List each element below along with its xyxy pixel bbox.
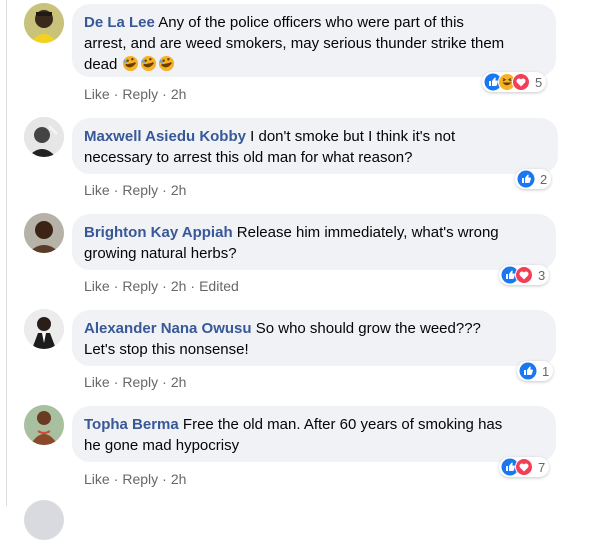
timestamp[interactable]: 2h bbox=[171, 471, 187, 487]
comment-actions: Like · Reply · 2h · Edited bbox=[84, 278, 239, 294]
like-button[interactable]: Like bbox=[84, 86, 110, 102]
comment-text: Release him immediately, what's wrong bbox=[236, 224, 499, 241]
comment-text: he gone mad hypocrisy bbox=[84, 437, 240, 454]
reaction-count: 1 bbox=[542, 363, 550, 379]
comment-bubble: Brighton Kay Appiah Release him immediat… bbox=[72, 214, 556, 270]
reaction-summary[interactable]: 2 bbox=[515, 169, 552, 189]
avatar[interactable] bbox=[24, 405, 64, 445]
timestamp[interactable]: 2h bbox=[171, 278, 187, 294]
avatar[interactable] bbox=[24, 117, 64, 157]
reaction-summary[interactable]: 5 bbox=[482, 72, 547, 92]
separator-dot: · bbox=[113, 374, 119, 390]
comment-text: I don't smoke but I think it's not bbox=[250, 128, 456, 145]
comment-actions: Like · Reply · 2h bbox=[84, 182, 186, 198]
reaction-summary[interactable]: 3 bbox=[499, 265, 550, 285]
love-reaction-icon bbox=[515, 266, 533, 284]
rofl-emoji bbox=[140, 55, 157, 72]
reaction-count: 5 bbox=[535, 74, 543, 90]
separator-dot: · bbox=[113, 471, 119, 487]
author-name[interactable]: De La Lee bbox=[84, 14, 155, 31]
reply-button[interactable]: Reply bbox=[122, 374, 158, 390]
reaction-summary[interactable]: 7 bbox=[499, 457, 550, 477]
reaction-count: 7 bbox=[538, 459, 546, 475]
comment-actions: Like · Reply · 2h bbox=[84, 374, 186, 390]
separator-dot: · bbox=[113, 86, 119, 102]
like-reaction-icon bbox=[517, 170, 535, 188]
separator-dot: · bbox=[113, 182, 119, 198]
rofl-emoji bbox=[158, 55, 175, 72]
love-reaction-icon bbox=[512, 73, 530, 91]
rofl-emoji bbox=[122, 55, 139, 72]
comment-actions: Like · Reply · 2h bbox=[84, 86, 186, 102]
like-reaction-icon bbox=[519, 362, 537, 380]
reply-button[interactable]: Reply bbox=[122, 86, 158, 102]
comment-text: growing natural herbs? bbox=[84, 245, 237, 262]
separator-dot: · bbox=[190, 278, 196, 294]
comment-text: Any of the police officers who were part… bbox=[158, 14, 464, 31]
reply-button[interactable]: Reply bbox=[122, 182, 158, 198]
comment-bubble: Alexander Nana Owusu So who should grow … bbox=[72, 310, 556, 366]
comment-text: arrest, and are weed smokers, may seriou… bbox=[84, 35, 505, 52]
edited-label[interactable]: Edited bbox=[199, 278, 239, 294]
reply-button[interactable]: Reply bbox=[122, 471, 158, 487]
comment-text: dead bbox=[84, 56, 118, 73]
author-name[interactable]: Brighton Kay Appiah bbox=[84, 224, 233, 241]
avatar[interactable] bbox=[24, 309, 64, 349]
timestamp[interactable]: 2h bbox=[171, 182, 187, 198]
like-button[interactable]: Like bbox=[84, 182, 110, 198]
reaction-count: 2 bbox=[540, 171, 548, 187]
timestamp[interactable]: 2h bbox=[171, 374, 187, 390]
like-button[interactable]: Like bbox=[84, 374, 110, 390]
avatar[interactable] bbox=[24, 500, 64, 540]
comment-text: Free the old man. After 60 years of smok… bbox=[182, 416, 503, 433]
avatar[interactable] bbox=[24, 3, 64, 43]
love-reaction-icon bbox=[515, 458, 533, 476]
comment-bubble: De La Lee Any of the police officers who… bbox=[72, 4, 556, 77]
like-button[interactable]: Like bbox=[84, 278, 110, 294]
separator-dot: · bbox=[162, 278, 167, 294]
author-name[interactable]: Topha Berma bbox=[84, 416, 179, 433]
like-button[interactable]: Like bbox=[84, 471, 110, 487]
comment-bubble: Maxwell Asiedu Kobby I don't smoke but I… bbox=[72, 118, 558, 174]
comment-text: So who should grow the weed??? bbox=[255, 320, 481, 337]
separator-dot: · bbox=[162, 471, 167, 487]
author-name[interactable]: Maxwell Asiedu Kobby bbox=[84, 128, 246, 145]
separator-dot: · bbox=[162, 182, 167, 198]
author-name[interactable]: Alexander Nana Owusu bbox=[84, 320, 252, 337]
reaction-count: 3 bbox=[538, 267, 546, 283]
comment-bubble: Topha Berma Free the old man. After 60 y… bbox=[72, 406, 556, 462]
thread-line bbox=[6, 0, 7, 506]
reply-button[interactable]: Reply bbox=[122, 278, 158, 294]
reaction-summary[interactable]: 1 bbox=[517, 361, 554, 381]
separator-dot: · bbox=[162, 86, 167, 102]
comment-actions: Like · Reply · 2h bbox=[84, 471, 186, 487]
comment-text: necessary to arrest this old man for wha… bbox=[84, 149, 413, 166]
avatar[interactable] bbox=[24, 213, 64, 253]
comment-text: Let's stop this nonsense! bbox=[84, 341, 249, 358]
separator-dot: · bbox=[113, 278, 119, 294]
timestamp[interactable]: 2h bbox=[171, 86, 187, 102]
separator-dot: · bbox=[162, 374, 167, 390]
